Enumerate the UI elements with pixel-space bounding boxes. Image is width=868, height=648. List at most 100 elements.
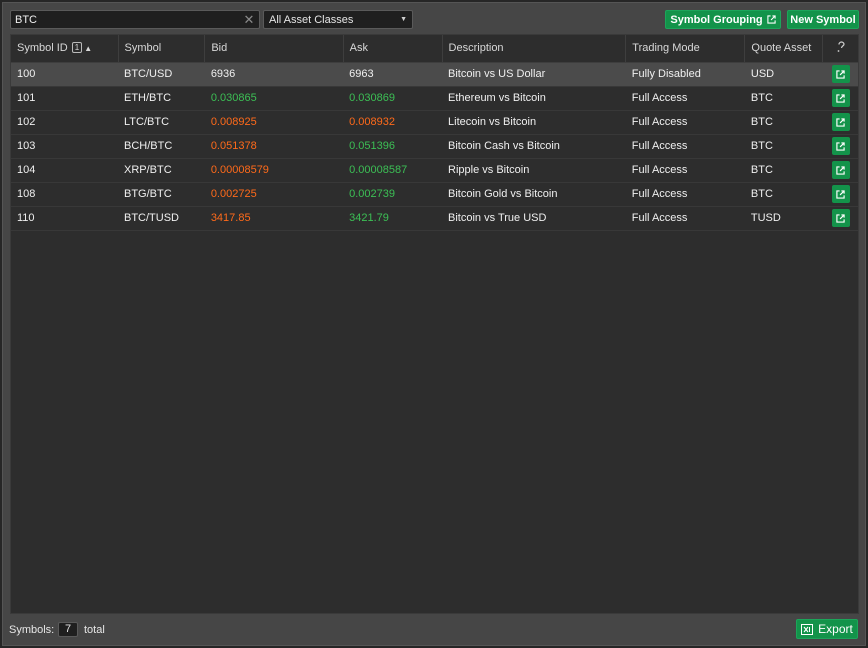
export-button[interactable]: Export	[796, 619, 858, 639]
symbol-id-cell: 103	[11, 134, 118, 159]
symbol-cell: LTC/BTC	[118, 110, 205, 135]
symbol-cell: BTG/BTC	[118, 182, 205, 207]
spreadsheet-icon	[801, 623, 814, 635]
table-row[interactable]: 103 BCH/BTC 0.051378 0.051396 Bitcoin Cash v…	[11, 134, 858, 159]
ask-cell: 0.00008587	[343, 158, 443, 183]
ask-cell: 0.030869	[343, 86, 443, 111]
description-cell: Ethereum vs Bitcoin	[442, 86, 626, 111]
table-row[interactable]: 101 ETH/BTC 0.030865 0.030869 Ethereum vs Bi…	[11, 86, 858, 111]
description-cell: Litecoin vs Bitcoin	[442, 110, 626, 135]
bid-cell: 0.00008579	[204, 158, 344, 183]
symbol-id-cell: 101	[11, 86, 118, 111]
symbol-cell: BTC/USD	[118, 62, 205, 87]
bid-cell: 0.051378	[204, 134, 344, 159]
external-link-icon	[836, 93, 845, 103]
symbol-cell: BTC/TUSD	[118, 206, 205, 231]
symbols-table: Symbol ID 1 ▲ Symbol Bid Ask Description T…	[10, 34, 859, 614]
row-actions-cell	[822, 182, 858, 207]
trading-mode-cell: Fully Disabled	[625, 62, 745, 87]
external-link-icon	[767, 15, 776, 24]
close-icon[interactable]: ✕	[243, 13, 255, 26]
table-row[interactable]: 110 BTC/TUSD 3417.85 3421.79 Bitcoin vs True…	[11, 206, 858, 231]
open-symbol-button[interactable]	[831, 209, 850, 227]
table-row[interactable]: 102 LTC/BTC 0.008925 0.008932 Litecoin vs Bi…	[11, 110, 858, 135]
symbols-window: ✕ All Asset Classes ▼ Symbol Grouping Ne…	[2, 2, 866, 646]
ask-cell: 0.008932	[343, 110, 443, 135]
table-row[interactable]: 108 BTG/BTC 0.002725 0.002739 Bitcoin Gold v…	[11, 182, 858, 207]
external-link-icon	[836, 213, 845, 223]
trading-mode-cell: Full Access	[625, 206, 745, 231]
symbol-id-cell: 104	[11, 158, 118, 183]
sort-ascending-icon: ▲	[84, 44, 93, 54]
external-link-icon	[836, 69, 845, 79]
quote-asset-cell: BTC	[744, 86, 823, 111]
external-link-icon	[836, 165, 845, 175]
column-header-bid[interactable]: Bid	[204, 35, 344, 63]
bid-cell: 6936	[204, 62, 344, 87]
help-icon[interactable]	[822, 35, 858, 63]
row-actions-cell	[822, 62, 858, 87]
trading-mode-cell: Full Access	[625, 86, 745, 111]
symbol-grouping-label: Symbol Grouping	[670, 13, 763, 26]
new-symbol-label: New Symbol	[790, 13, 856, 26]
open-symbol-button[interactable]	[831, 137, 850, 155]
search-input[interactable]	[15, 13, 243, 26]
open-symbol-button[interactable]	[831, 113, 850, 131]
toolbar: ✕ All Asset Classes ▼ Symbol Grouping Ne…	[3, 3, 865, 35]
ask-cell: 0.002739	[343, 182, 443, 207]
asset-class-select[interactable]: All Asset Classes ▼	[263, 10, 413, 29]
open-symbol-button[interactable]	[831, 65, 850, 83]
description-cell: Bitcoin vs US Dollar	[442, 62, 626, 87]
bid-cell: 3417.85	[204, 206, 344, 231]
bid-cell: 0.008925	[204, 110, 344, 135]
column-header-description[interactable]: Description	[442, 35, 627, 63]
symbol-cell: XRP/BTC	[118, 158, 205, 183]
column-header-symbol[interactable]: Symbol	[118, 35, 206, 63]
symbol-cell: ETH/BTC	[118, 86, 205, 111]
quote-asset-cell: BTC	[744, 182, 823, 207]
new-symbol-button[interactable]: New Symbol	[787, 10, 859, 29]
symbol-cell: BCH/BTC	[118, 134, 205, 159]
trading-mode-cell: Full Access	[625, 182, 745, 207]
symbol-id-cell: 110	[11, 206, 118, 231]
description-cell: Bitcoin vs True USD	[442, 206, 626, 231]
external-link-icon	[836, 117, 845, 127]
description-cell: Bitcoin Gold vs Bitcoin	[442, 182, 626, 207]
ask-cell: 3421.79	[343, 206, 443, 231]
symbol-grouping-button[interactable]: Symbol Grouping	[665, 10, 781, 29]
ask-cell: 0.051396	[343, 134, 443, 159]
symbol-id-cell: 100	[11, 62, 118, 87]
quote-asset-cell: BTC	[744, 110, 823, 135]
quote-asset-cell: BTC	[744, 134, 823, 159]
bid-cell: 0.030865	[204, 86, 344, 111]
open-symbol-button[interactable]	[831, 89, 850, 107]
trading-mode-cell: Full Access	[625, 158, 745, 183]
footer-bar: Symbols: 7 total Export	[3, 613, 865, 645]
symbol-id-cell: 102	[11, 110, 118, 135]
quote-asset-cell: BTC	[744, 158, 823, 183]
quote-asset-cell: USD	[744, 62, 823, 87]
table-header: Symbol ID 1 ▲ Symbol Bid Ask Description T…	[11, 35, 858, 63]
row-actions-cell	[822, 134, 858, 159]
open-symbol-button[interactable]	[831, 161, 850, 179]
table-row[interactable]: 104 XRP/BTC 0.00008579 0.00008587 Ripple vs …	[11, 158, 858, 183]
chevron-down-icon: ▼	[400, 16, 407, 23]
table-row[interactable]: 100 BTC/USD 6936 6963 Bitcoin vs US Dollar Fu…	[11, 62, 858, 87]
external-link-icon	[836, 189, 845, 199]
external-link-icon	[836, 141, 845, 151]
open-symbol-button[interactable]	[831, 185, 850, 203]
bid-cell: 0.002725	[204, 182, 344, 207]
description-cell: Ripple vs Bitcoin	[442, 158, 626, 183]
column-header-trading-mode[interactable]: Trading Mode	[625, 35, 746, 63]
ask-cell: 6963	[343, 62, 443, 87]
row-actions-cell	[822, 206, 858, 231]
column-header-symbol-id[interactable]: Symbol ID 1 ▲	[11, 35, 119, 63]
symbols-count-label: Symbols:	[9, 624, 55, 636]
row-actions-cell	[822, 86, 858, 111]
question-mark-icon	[837, 41, 845, 52]
row-actions-cell	[822, 110, 858, 135]
column-header-quote-asset[interactable]: Quote Asset	[744, 35, 824, 63]
search-box[interactable]: ✕	[10, 10, 260, 29]
symbol-id-cell: 108	[11, 182, 118, 207]
column-header-ask[interactable]: Ask	[343, 35, 443, 63]
